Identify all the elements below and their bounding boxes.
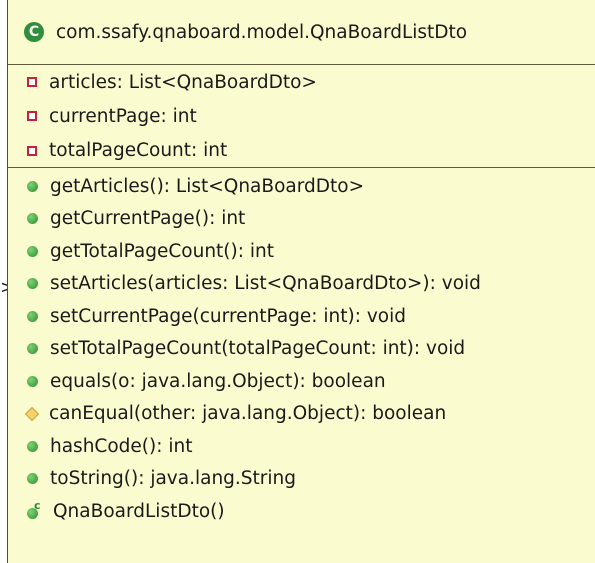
method-label: setTotalPageCount(totalPageCount: int): … [50,338,466,360]
private-field-icon [27,111,37,122]
method-row[interactable]: hashCode(): int [8,430,595,463]
method-row[interactable]: getCurrentPage(): int [8,203,595,236]
method-label: getArticles(): List<QnaBoardDto> [50,175,365,197]
method-label: hashCode(): int [50,435,193,457]
public-method-icon [27,180,38,192]
field-row[interactable]: currentPage: int [8,99,595,133]
public-method-icon [27,278,38,290]
uml-class-box[interactable]: C com.ssafy.qnaboard.model.QnaBoardListD… [7,0,595,563]
field-row[interactable]: articles: List<QnaBoardDto> [8,65,595,99]
method-row[interactable]: canEqual(other: java.lang.Object): boole… [8,398,595,431]
method-row[interactable]: getArticles(): List<QnaBoardDto> [8,170,595,203]
class-icon: C [24,22,44,42]
constructor-badge: c [34,499,41,513]
constructor-icon: c [27,499,41,520]
public-method-icon [27,310,38,322]
method-label: toString(): java.lang.String [50,468,297,490]
method-row[interactable]: setTotalPageCount(totalPageCount: int): … [8,333,595,366]
protected-method-icon [24,406,40,421]
method-row[interactable]: equals(o: java.lang.Object): boolean [8,365,595,398]
method-row[interactable]: setCurrentPage(currentPage: int): void [8,300,595,333]
private-field-icon [27,77,37,88]
diagram-canvas: > C com.ssafy.qnaboard.model.QnaBoardLis… [0,0,595,563]
public-method-icon [27,245,38,257]
private-field-icon [27,145,37,156]
method-row[interactable]: getTotalPageCount(): int [8,235,595,268]
public-method-icon [27,343,38,355]
constructor-label: QnaBoardListDto() [53,500,225,522]
field-label: articles: List<QnaBoardDto> [49,71,317,93]
class-header: C com.ssafy.qnaboard.model.QnaBoardListD… [8,0,595,65]
field-label: currentPage: int [49,105,197,127]
public-method-icon [27,375,38,387]
method-row[interactable]: setArticles(articles: List<QnaBoardDto>)… [8,268,595,301]
field-label: totalPageCount: int [49,140,228,162]
constructor-row[interactable]: c QnaBoardListDto() [8,495,595,528]
method-label: canEqual(other: java.lang.Object): boole… [49,403,447,425]
methods-compartment: getArticles(): List<QnaBoardDto> getCurr… [8,168,595,528]
class-name: com.ssafy.qnaboard.model.QnaBoardListDto [56,21,468,43]
public-method-icon [27,473,38,485]
method-label: setArticles(articles: List<QnaBoardDto>)… [50,273,481,295]
public-method-icon [27,440,38,452]
method-row[interactable]: toString(): java.lang.String [8,463,595,496]
method-label: getTotalPageCount(): int [50,240,274,262]
method-label: setCurrentPage(currentPage: int): void [50,305,406,327]
public-method-icon [27,213,38,225]
method-label: getCurrentPage(): int [50,208,246,230]
field-row[interactable]: totalPageCount: int [8,134,595,168]
fields-compartment: articles: List<QnaBoardDto> currentPage:… [8,65,595,168]
method-label: equals(o: java.lang.Object): boolean [50,370,386,392]
